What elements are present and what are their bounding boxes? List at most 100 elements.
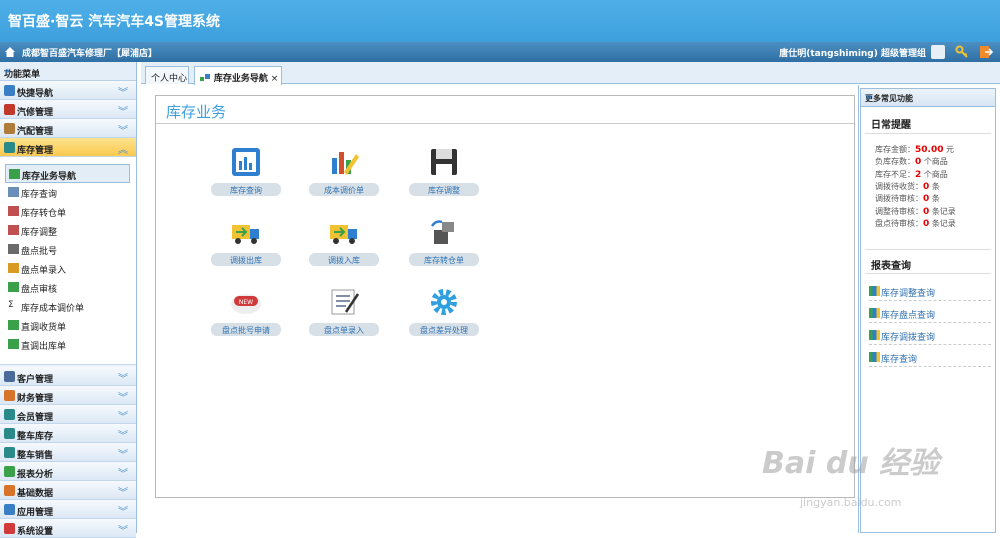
form-pen-icon (331, 289, 360, 315)
sidebar-item-label: 直调出库单 (21, 342, 67, 352)
reminder-label: 库存不足： (875, 169, 915, 179)
sidebar-section-pie[interactable]: 报表分析 ︾ (0, 462, 136, 481)
chevron-down-icon[interactable]: ︾ (118, 522, 128, 537)
chevron-down-icon[interactable]: ︾ (118, 465, 128, 480)
sidebar-item[interactable]: 盘点批号 (5, 240, 130, 259)
sidebar-section-car-sale[interactable]: 整车销售 ︾ (0, 443, 136, 462)
chevron-down-icon[interactable]: ︾ (118, 370, 128, 385)
report-link[interactable]: 库存调拨查询 (869, 325, 991, 345)
quick-item[interactable]: 库存查询 (211, 146, 281, 204)
nav-icon (8, 320, 19, 330)
finance-icon (4, 390, 15, 401)
svg-text:NEW: NEW (239, 299, 253, 306)
sidebar-section-finance[interactable]: 财务管理 ︾ (0, 386, 136, 405)
logout-icon[interactable] (979, 45, 993, 59)
sidebar-section-label: 库存管理 (17, 146, 54, 156)
tab-label: 个人中心 (151, 74, 188, 84)
home-icon[interactable] (4, 46, 16, 58)
list-icon (8, 187, 19, 197)
divider (865, 133, 991, 134)
expand-icon[interactable]: » (865, 90, 989, 103)
sidebar-sections-top: 快捷导航 ︾ 汽修管理 ︾ 汽配管理 ︾ 库存管理 ︽ (0, 81, 136, 157)
data-icon (4, 485, 15, 496)
reminder-label: 调整待审核： (875, 206, 923, 216)
sidebar-section-warehouse[interactable]: 库存管理 ︽ (0, 138, 136, 157)
truck-in-icon (330, 225, 357, 244)
report-link-label: 库存查询 (881, 355, 918, 365)
quick-item[interactable]: 盘点差异处理 (409, 286, 479, 344)
sidebar-item-label: 库存查询 (21, 190, 58, 200)
quick-item[interactable]: 盘点单录入 (309, 286, 379, 344)
top-header: 智百盛·智云 汽车汽车4S管理系统 (0, 0, 1000, 42)
sidebar-item[interactable]: 库存转仓单 (5, 202, 130, 221)
sidebar-item[interactable]: 库存调整 (5, 221, 130, 240)
tab-label: 库存业务导航 (213, 74, 268, 84)
key-icon[interactable] (955, 45, 969, 59)
tab-bar: 个人中心 库存业务导航 × (141, 62, 1000, 85)
quick-item[interactable]: 成本调价单 (309, 146, 379, 204)
quick-item[interactable]: 调拨出库 (211, 216, 281, 274)
member-icon (4, 409, 15, 420)
sidebar-section-data[interactable]: 基础数据 ︾ (0, 481, 136, 500)
quick-item[interactable]: NEW 盘点批号申请 (211, 286, 281, 344)
sidebar-item[interactable]: 盘点单录入 (5, 259, 130, 278)
sidebar-item[interactable]: 直调出库单 (5, 335, 130, 354)
report-link-label: 库存盘点查询 (881, 311, 936, 321)
sidebar-section-settings[interactable]: 系统设置 ︾ (0, 519, 136, 538)
sidebar-item[interactable]: Σ 库存成本调价单 (5, 297, 130, 316)
app-icon (4, 504, 15, 515)
report-link[interactable]: 库存查询 (869, 347, 991, 367)
chevron-down-icon[interactable]: ︾ (118, 84, 128, 99)
sidebar-section-app[interactable]: 应用管理 ︾ (0, 500, 136, 519)
sidebar-item[interactable]: 库存查询 (5, 183, 130, 202)
chevron-down-icon[interactable]: ︾ (118, 427, 128, 442)
chevron-up-icon[interactable]: ︽ (118, 141, 128, 156)
chevron-down-icon[interactable]: ︾ (118, 122, 128, 137)
reminder-label: 负库存数： (875, 157, 915, 167)
sidebar-item[interactable]: 直调收货单 (5, 316, 130, 335)
quick-item[interactable]: 库存转仓单 (409, 216, 479, 274)
report-link[interactable]: 库存调整查询 (869, 281, 991, 301)
tab-personal-center[interactable]: 个人中心 (145, 66, 189, 84)
report-link[interactable]: 库存盘点查询 (869, 303, 991, 323)
reminder-label: 盘点待审核： (875, 218, 923, 228)
sidebar-item[interactable]: 盘点审核 (5, 278, 130, 297)
quick-item-label: 库存转仓单 (409, 253, 479, 266)
chevron-down-icon[interactable]: ︾ (118, 408, 128, 423)
reminder-row: 库存不足：2 个商品 (875, 169, 948, 180)
reminder-unit: 个商品 (923, 169, 948, 179)
sidebar-section-compass[interactable]: 快捷导航 ︾ (0, 81, 136, 100)
warehouse-icon (4, 142, 15, 153)
close-tab-icon[interactable]: × (271, 74, 279, 84)
sidebar-section-member[interactable]: 会员管理 ︾ (0, 405, 136, 424)
quick-item-label: 调拨入库 (309, 253, 379, 266)
chevron-down-icon[interactable]: ︾ (118, 446, 128, 461)
car-stock-icon (4, 428, 15, 439)
sidebar-item[interactable]: 库存业务导航 (5, 164, 130, 183)
collapse-sidebar-icon[interactable]: « (4, 64, 128, 77)
sidebar-section-parts[interactable]: 汽配管理 ︾ (0, 119, 136, 138)
message-icon[interactable] (931, 45, 945, 59)
pie-icon (4, 466, 15, 477)
sidebar-item-label: 库存调整 (21, 228, 58, 238)
reminder-label: 库存金额： (875, 145, 915, 154)
nav-icon (200, 74, 210, 81)
chevron-down-icon[interactable]: ︾ (118, 484, 128, 499)
report-link-label: 库存调拨查询 (881, 333, 936, 343)
sidebar-section-car-stock[interactable]: 整车库存 ︾ (0, 424, 136, 443)
tools-icon (4, 104, 15, 115)
reminder-value[interactable]: 50.00 (915, 145, 943, 155)
sidebar-sections-bottom: 客户管理 ︾ 财务管理 ︾ 会员管理 ︾ 整车库存 ︾ 整车销售 ︾ 报表分析 ︾ 基础数据 ︾ 应用管理 ︾… (0, 367, 136, 538)
chevron-down-icon[interactable]: ︾ (118, 503, 128, 518)
tab-inventory-nav[interactable]: 库存业务导航 × (194, 66, 282, 85)
sidebar-section-customer[interactable]: 客户管理 ︾ (0, 367, 136, 386)
reminder-unit: 条 (931, 181, 940, 191)
reminder-unit: 条记录 (931, 206, 956, 216)
chevron-down-icon[interactable]: ︾ (118, 103, 128, 118)
sidebar-section-tools[interactable]: 汽修管理 ︾ (0, 100, 136, 119)
quick-item[interactable]: 库存调整 (409, 146, 479, 204)
quick-item-label: 盘点批号申请 (211, 323, 281, 336)
chevron-down-icon[interactable]: ︾ (118, 389, 128, 404)
gear-icon (431, 289, 457, 315)
quick-item[interactable]: 调拨入库 (309, 216, 379, 274)
